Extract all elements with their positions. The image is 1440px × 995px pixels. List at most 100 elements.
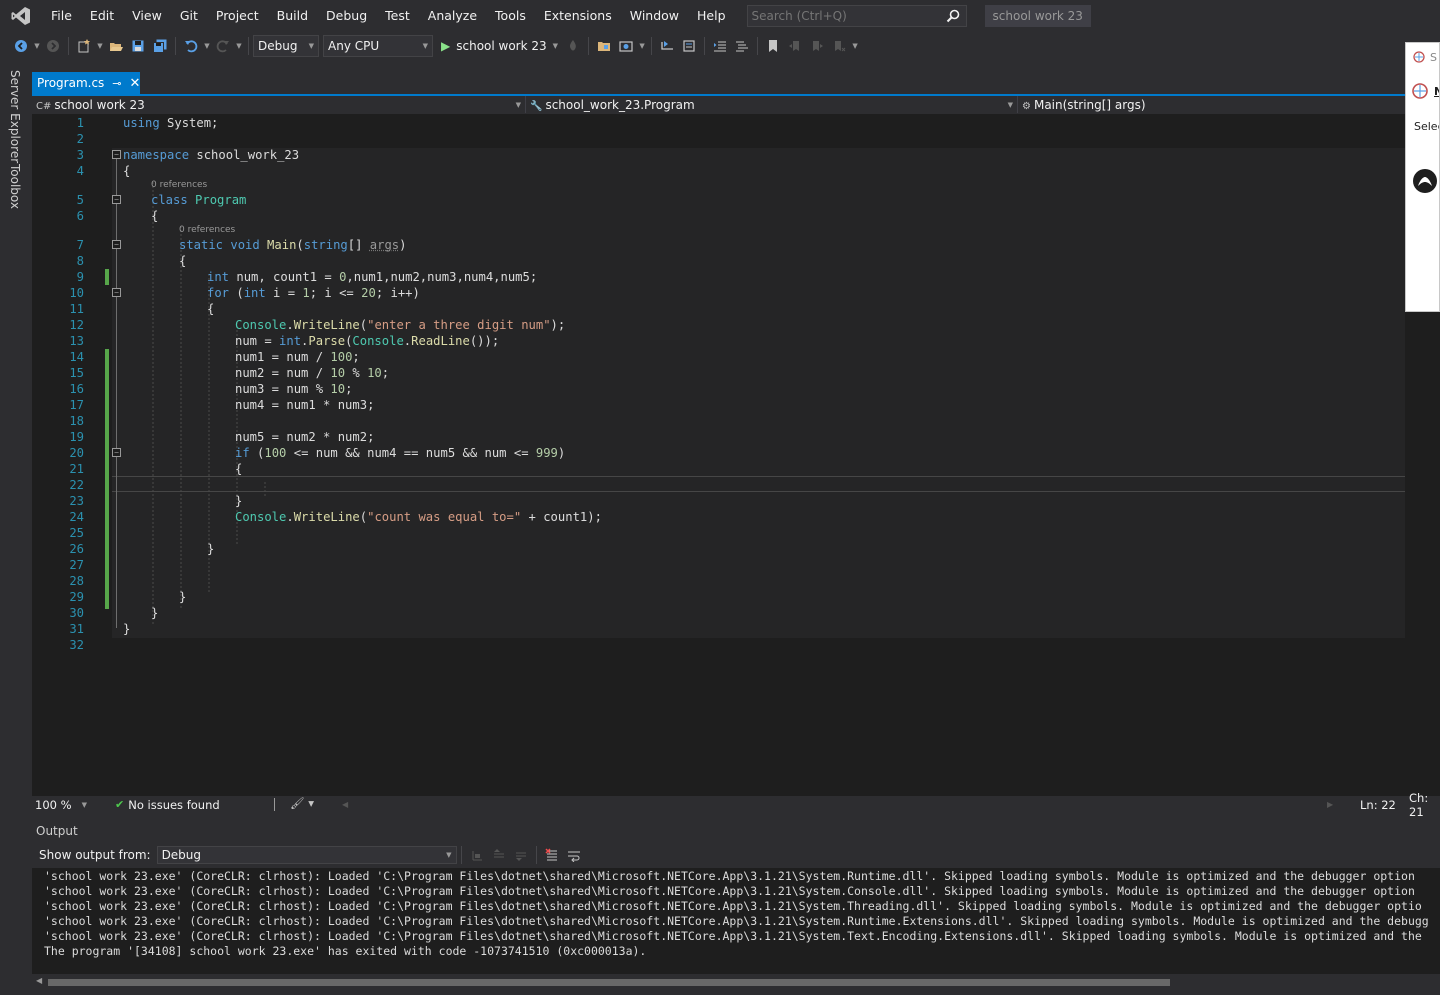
save-all-icon[interactable] [149, 35, 171, 57]
code-line[interactable]: } [151, 605, 158, 621]
code-line[interactable]: num5 = num2 * num2; [235, 429, 374, 445]
menu-help[interactable]: Help [688, 0, 735, 32]
code-line[interactable]: num2 = num / 10 % 10; [235, 365, 389, 381]
toggle-word-wrap-icon[interactable] [563, 844, 585, 866]
collapse-icon[interactable]: − [112, 240, 121, 249]
undo-dropdown-icon[interactable]: ▼ [202, 35, 212, 57]
previous-message-icon[interactable] [488, 844, 510, 866]
collapse-icon[interactable]: − [112, 195, 121, 204]
menu-project[interactable]: Project [207, 0, 268, 32]
code-line[interactable]: namespace school_work_23 [123, 147, 299, 163]
menu-test[interactable]: Test [376, 0, 419, 32]
issues-indicator[interactable]: ✔ No issues found [115, 798, 220, 812]
screenshot-icon[interactable] [615, 35, 637, 57]
clear-bookmarks-icon[interactable] [828, 35, 850, 57]
code-line[interactable]: num = int.Parse(Console.ReadLine()); [235, 333, 499, 349]
menu-build[interactable]: Build [268, 0, 317, 32]
code-line[interactable]: } [235, 493, 242, 509]
menu-window[interactable]: Window [621, 0, 688, 32]
search-input[interactable] [751, 9, 942, 23]
search-box[interactable] [746, 5, 967, 27]
indent-icon[interactable] [709, 35, 731, 57]
code-line[interactable]: Console.WriteLine("count was equal to=" … [235, 509, 602, 525]
flyout-row[interactable]: N [1410, 81, 1439, 101]
find-message-icon[interactable] [466, 844, 488, 866]
open-folder-icon[interactable] [593, 35, 615, 57]
next-bookmark-icon[interactable] [806, 35, 828, 57]
code-editor[interactable]: − − − − − 1 using System; 2 3 namespace sc… [32, 114, 1405, 796]
code-line[interactable]: num4 = num1 * num3; [235, 397, 374, 413]
code-line[interactable]: Console.WriteLine("enter a three digit n… [235, 317, 565, 333]
code-line[interactable]: { [123, 163, 130, 179]
code-line[interactable]: if (100 <= num && num4 == num5 && num <=… [235, 445, 565, 461]
scroll-left-icon[interactable]: ◀ [36, 976, 42, 985]
menu-view[interactable]: View [123, 0, 171, 32]
server-explorer-tab[interactable]: Server Explorer [8, 70, 22, 163]
navigate-back-icon[interactable] [10, 35, 32, 57]
code-lens-references[interactable]: 0 references [151, 179, 207, 192]
redo-icon[interactable] [212, 35, 234, 57]
save-icon[interactable] [127, 35, 149, 57]
code-line[interactable]: num1 = num / 100; [235, 349, 360, 365]
redo-dropdown-icon[interactable]: ▼ [234, 35, 244, 57]
clear-all-icon[interactable] [541, 844, 563, 866]
open-file-icon[interactable] [105, 35, 127, 57]
bookmark-icon[interactable] [762, 35, 784, 57]
collapse-icon[interactable]: − [112, 448, 121, 457]
menu-extensions[interactable]: Extensions [535, 0, 621, 32]
step-into-icon[interactable] [656, 35, 678, 57]
navigate-back-dropdown-icon[interactable]: ▼ [32, 35, 42, 57]
start-debugging-button[interactable]: ▶ school work 23 ▼ [437, 35, 562, 57]
step-over-icon[interactable] [678, 35, 700, 57]
type-combo[interactable]: 🔧 school_work_23.Program ▼ [526, 96, 1018, 113]
flyout-row[interactable]: S [1412, 50, 1437, 64]
code-line[interactable]: class Program [151, 192, 246, 208]
zoom-select[interactable]: 100 % ▼ [32, 797, 90, 812]
code-line[interactable]: { [207, 301, 214, 317]
configuration-select[interactable]: Debug ▼ [253, 35, 319, 57]
code-line[interactable]: int num, count1 = 0,num1,num2,num3,num4,… [207, 269, 537, 285]
code-line[interactable]: { [151, 208, 158, 224]
screenshot-dropdown-icon[interactable]: ▼ [637, 35, 647, 57]
scroll-right-icon[interactable]: ▶ [1327, 800, 1333, 809]
scrollbar-thumb[interactable] [48, 979, 1170, 986]
scroll-left-icon[interactable]: ◀ [342, 800, 348, 809]
comment-lines-icon[interactable] [731, 35, 753, 57]
menu-debug[interactable]: Debug [317, 0, 376, 32]
code-line[interactable]: num3 = num % 10; [235, 381, 352, 397]
code-line[interactable]: } [123, 621, 130, 637]
code-line[interactable]: for (int i = 1; i <= 20; i++) [207, 285, 420, 301]
code-cleanup-icon[interactable]: 🖌 ▾ [290, 796, 314, 810]
next-message-icon[interactable] [510, 844, 532, 866]
search-icon[interactable] [946, 9, 960, 26]
menu-edit[interactable]: Edit [81, 0, 123, 32]
project-combo[interactable]: C# school work 23 ▼ [32, 96, 526, 113]
code-line[interactable]: { [179, 253, 186, 269]
output-horizontal-scrollbar[interactable]: ◀ [32, 975, 1440, 989]
collapse-icon[interactable]: − [112, 150, 121, 159]
previous-bookmark-icon[interactable] [784, 35, 806, 57]
code-line[interactable]: } [179, 589, 186, 605]
code-line[interactable]: static void Main(string[] args) [179, 237, 407, 253]
toolbox-tab[interactable]: Toolbox [8, 164, 22, 209]
toolbar-overflow-icon[interactable]: ▼ [850, 35, 860, 57]
code-line[interactable]: using System; [123, 115, 218, 131]
navigate-forward-icon[interactable] [42, 35, 64, 57]
code-line[interactable]: { [235, 461, 242, 477]
undo-icon[interactable] [180, 35, 202, 57]
code-lens-references[interactable]: 0 references [179, 224, 235, 237]
collapse-icon[interactable]: − [112, 288, 121, 297]
member-combo[interactable]: ⚙ Main(string[] args) [1018, 96, 1440, 113]
platform-select[interactable]: Any CPU ▼ [323, 35, 433, 57]
tab-program-cs[interactable]: Program.cs ⊸ ✕ [32, 72, 140, 94]
menu-tools[interactable]: Tools [486, 0, 535, 32]
github-icon[interactable] [1412, 168, 1438, 197]
visual-studio-logo-icon[interactable] [0, 0, 42, 32]
hot-reload-icon[interactable] [562, 35, 584, 57]
new-project-dropdown-icon[interactable]: ▼ [95, 35, 105, 57]
pin-icon[interactable]: ⊸ [112, 77, 121, 90]
output-text-area[interactable]: 'school work 23.exe' (CoreCLR: clrhost):… [32, 868, 1440, 974]
close-icon[interactable]: ✕ [130, 76, 141, 91]
menu-file[interactable]: File [42, 0, 81, 32]
new-project-icon[interactable] [73, 35, 95, 57]
